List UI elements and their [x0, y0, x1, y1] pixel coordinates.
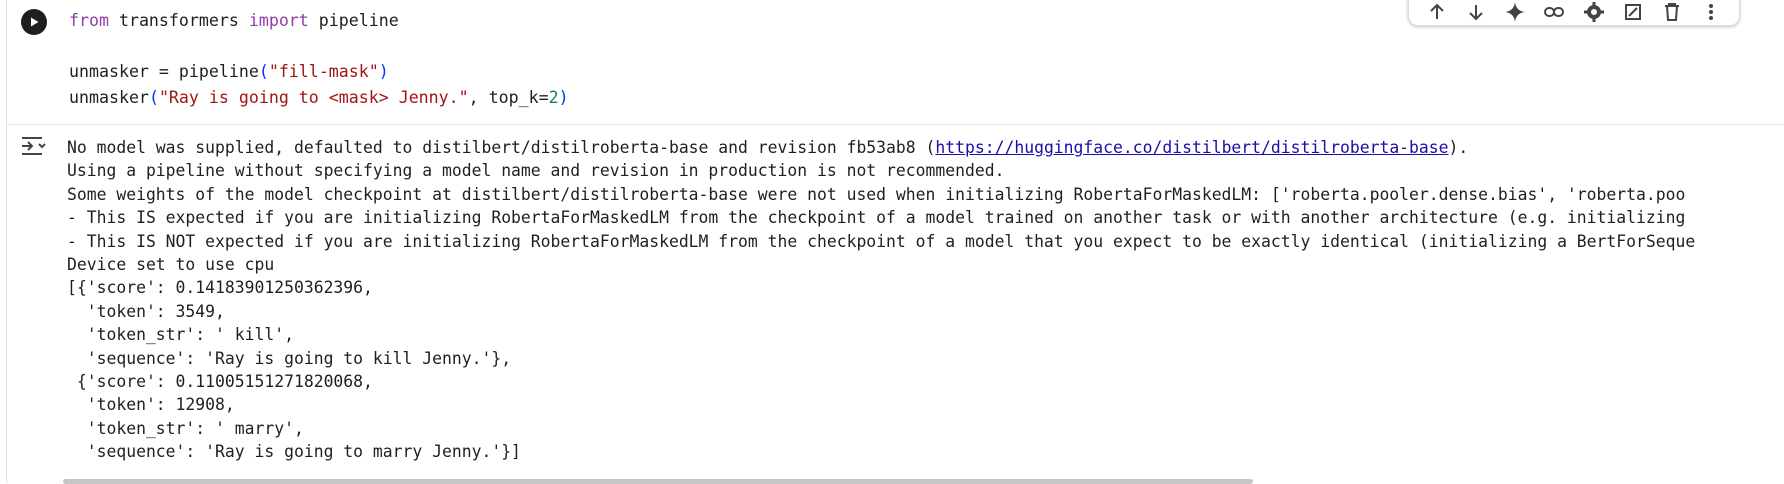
code-token: "Ray is going to <mask> Jenny."	[158, 87, 469, 107]
model-link[interactable]: https://huggingface.co/distilbert/distil…	[935, 138, 1448, 157]
code-line: unmasker("Ray is going to <mask> Jenny."…	[69, 88, 569, 107]
code-token: )	[558, 87, 569, 107]
run-cell-button[interactable]	[21, 9, 47, 35]
code-token: (	[258, 62, 269, 81]
output-line: [{'score': 0.14183901250362396,	[67, 278, 373, 298]
output-line: 'token_str': ' marry',	[67, 418, 304, 438]
mirror-cell-icon[interactable]	[1619, 0, 1647, 25]
output-collapse-icon[interactable]	[20, 134, 48, 158]
output-line: No model was supplied, defaulted to dist…	[67, 138, 1469, 157]
horizontal-scrollbar[interactable]	[63, 479, 1253, 484]
output-line: 'token': 3549,	[67, 301, 225, 321]
more-vert-icon[interactable]	[1697, 0, 1725, 25]
move-up-icon[interactable]	[1423, 0, 1451, 25]
code-token: )	[378, 62, 389, 81]
code-line: from transformers import pipeline	[69, 11, 399, 30]
code-line: unmasker = pipeline("fill-mask")	[69, 62, 389, 81]
move-down-icon[interactable]	[1462, 0, 1490, 25]
code-token: unmasker = pipeline	[69, 62, 259, 81]
output-line: 'sequence': 'Ray is going to kill Jenny.…	[67, 348, 512, 368]
cell-output: No model was supplied, defaulted to dist…	[67, 136, 1779, 464]
output-line: Using a pipeline without specifying a mo…	[67, 161, 1005, 181]
output-line: 'sequence': 'Ray is going to marry Jenny…	[67, 442, 521, 462]
settings-gear-icon[interactable]	[1580, 0, 1608, 25]
output-line: - This IS expected if you are initializi…	[67, 208, 1686, 228]
play-icon	[31, 17, 39, 27]
code-token: pipeline	[308, 11, 399, 30]
code-token: import	[248, 11, 309, 30]
output-line: 'token': 12908,	[67, 395, 235, 415]
code-token: 2	[548, 87, 559, 107]
code-token: from	[69, 11, 109, 30]
cell-toolbar	[1408, 0, 1740, 26]
code-editor[interactable]: from transformers import pipeline unmask…	[69, 8, 569, 110]
code-token: (	[148, 87, 159, 107]
link-icon[interactable]	[1540, 0, 1568, 25]
output-line: - This IS NOT expected if you are initia…	[67, 231, 1696, 251]
output-line: Some weights of the model checkpoint at …	[67, 184, 1686, 204]
output-line: Device set to use cpu	[67, 255, 275, 275]
code-token: "fill-mask"	[268, 62, 379, 81]
code-token: unmasker	[69, 87, 149, 107]
output-line: {'score': 0.11005151271820068,	[67, 372, 373, 392]
output-divider	[6, 124, 1784, 125]
delete-icon[interactable]	[1658, 0, 1686, 25]
code-token: transformers	[108, 11, 249, 30]
output-line: 'token_str': ' kill',	[67, 325, 294, 345]
code-token: , top_k=	[468, 87, 549, 107]
gemini-sparkle-icon[interactable]	[1501, 0, 1529, 25]
